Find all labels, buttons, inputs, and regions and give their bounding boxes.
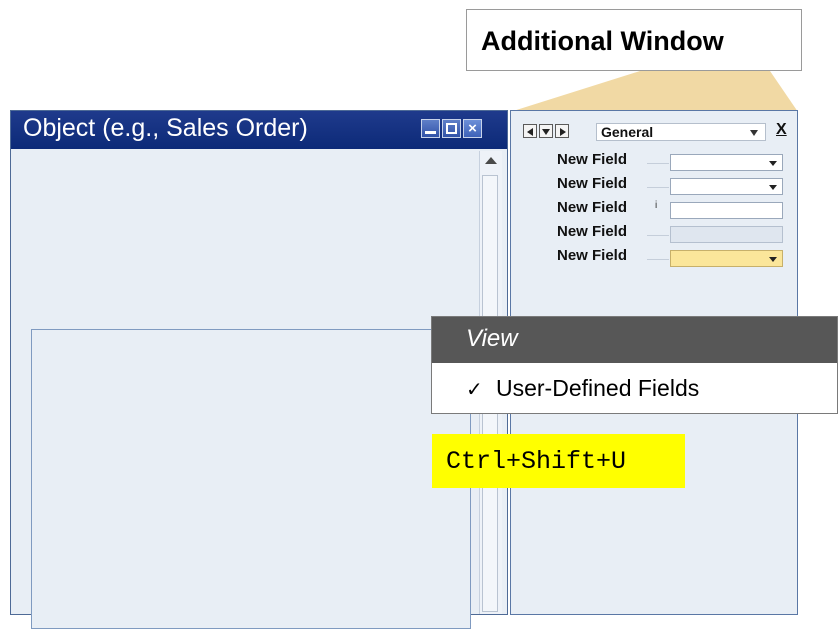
maximize-button[interactable] xyxy=(442,119,461,138)
view-menu-header[interactable]: View xyxy=(432,317,837,363)
callout-title: Additional Window xyxy=(481,26,724,56)
field-divider xyxy=(647,235,669,236)
close-additional-window-button[interactable]: X xyxy=(776,121,787,139)
udf-row: New Field i xyxy=(557,199,787,219)
additional-window-callout: Additional Window xyxy=(466,9,802,71)
udf-readonly-input xyxy=(670,226,783,243)
close-button[interactable]: × xyxy=(463,119,482,138)
shortcut-keys: Ctrl+Shift+U xyxy=(446,447,627,476)
minimize-button[interactable] xyxy=(421,119,440,138)
checkmark-icon: ✓ xyxy=(466,379,483,401)
object-window-title: Object (e.g., Sales Order) xyxy=(23,114,308,142)
field-marker: i xyxy=(655,200,658,211)
field-divider xyxy=(647,259,669,260)
close-icon: × xyxy=(468,120,477,137)
field-label: New Field xyxy=(557,247,628,264)
scroll-up-arrow-icon[interactable] xyxy=(485,157,497,164)
category-select[interactable]: General xyxy=(596,123,766,141)
chevron-down-icon xyxy=(769,185,777,190)
content-panel xyxy=(31,329,471,629)
udf-mandatory-dropdown[interactable] xyxy=(670,250,783,267)
udf-row: New Field xyxy=(557,247,787,267)
field-label: New Field xyxy=(557,223,628,240)
field-divider xyxy=(647,163,669,164)
right-arrow-icon xyxy=(560,128,566,136)
shortcut-badge: Ctrl+Shift+U xyxy=(432,434,685,488)
dropdown-button[interactable] xyxy=(539,124,553,138)
object-window-titlebar[interactable]: Object (e.g., Sales Order) × xyxy=(11,111,507,149)
menu-item-user-defined-fields[interactable]: User-Defined Fields xyxy=(496,375,699,402)
field-label: New Field xyxy=(557,175,628,192)
udf-dropdown[interactable] xyxy=(670,154,783,171)
maximize-icon xyxy=(446,123,457,134)
next-button[interactable] xyxy=(555,124,569,138)
minimize-icon xyxy=(425,131,436,134)
previous-button[interactable] xyxy=(523,124,537,138)
category-select-value: General xyxy=(601,124,654,140)
udf-row: New Field xyxy=(557,175,787,195)
field-divider xyxy=(647,187,669,188)
field-label: New Field xyxy=(557,199,628,216)
chevron-down-icon xyxy=(769,257,777,262)
down-arrow-icon xyxy=(542,129,550,135)
chevron-down-icon xyxy=(769,161,777,166)
field-label: New Field xyxy=(557,151,628,168)
udf-row: New Field xyxy=(557,223,787,243)
udf-dropdown[interactable] xyxy=(670,178,783,195)
udf-text-input[interactable] xyxy=(670,202,783,219)
view-menu: View ✓ User-Defined Fields xyxy=(431,316,838,414)
chevron-down-icon xyxy=(750,130,758,136)
left-arrow-icon xyxy=(527,128,533,136)
nav-buttons xyxy=(523,124,593,140)
udf-row: New Field xyxy=(557,151,787,171)
view-menu-title: View xyxy=(466,325,518,352)
